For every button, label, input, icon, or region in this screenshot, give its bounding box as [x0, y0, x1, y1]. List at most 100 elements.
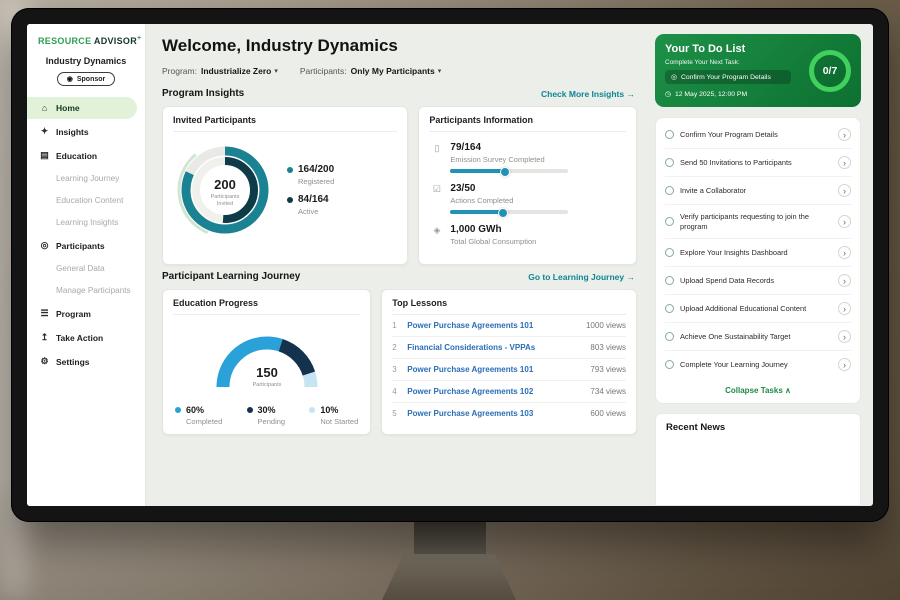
sponsor-icon: ◉ [67, 75, 73, 83]
lesson-rank: 2 [392, 343, 407, 352]
checkbox-icon[interactable] [665, 130, 674, 139]
chevron-up-icon: ∧ [785, 386, 791, 395]
checkbox-icon[interactable] [665, 276, 674, 285]
sidebar-item-label: Take Action [56, 333, 103, 343]
todo-item[interactable]: Upload Additional Educational Content › [665, 295, 851, 323]
sidebar-item-general-data[interactable]: General Data [27, 258, 137, 279]
due-date-label: 12 May 2025, 12:00 PM [675, 91, 747, 98]
todo-item[interactable]: Explore Your Insights Dashboard › [665, 239, 851, 267]
chevron-right-icon[interactable]: › [838, 128, 851, 141]
lesson-rank: 3 [392, 365, 407, 374]
sidebar-item-education[interactable]: ▤ Education [27, 144, 137, 167]
card-title: Participants Information [429, 115, 626, 132]
sidebar-item-participants[interactable]: ◎ Participants [27, 234, 137, 257]
chevron-right-icon[interactable]: › [838, 330, 851, 343]
sidebar-item-take-action[interactable]: ↥ Take Action [27, 326, 137, 349]
todo-item[interactable]: Invite a Collaborator › [665, 177, 851, 205]
not-started-dot-icon [309, 407, 315, 413]
link-label: Check More Insights [541, 89, 624, 99]
legend-registered: 164/200 Registered [287, 164, 334, 186]
sidebar-nav: ⌂ Home ✦ Insights ▤ Education Learning J… [27, 96, 145, 506]
lesson-title-link[interactable]: Financial Considerations - VPPAs [407, 343, 590, 352]
chevron-right-icon[interactable]: › [838, 246, 851, 259]
gauge-center-value: 150 [256, 365, 278, 380]
todo-progress-ring: 0/7 [809, 50, 851, 92]
active-dot-icon [287, 197, 293, 203]
sponsor-badge[interactable]: ◉ Sponsor [57, 72, 116, 86]
checkbox-icon[interactable] [665, 304, 674, 313]
invited-participants-donut-chart: 200 Participants Invited [173, 138, 277, 242]
todo-item[interactable]: Verify participants requesting to join t… [665, 205, 851, 239]
lesson-row: 5 Power Purchase Agreements 103 600 view… [392, 403, 626, 424]
lesson-title-link[interactable]: Power Purchase Agreements 101 [407, 321, 586, 330]
registered-value: 164/200 [298, 164, 334, 175]
next-task-label: Confirm Your Program Details [681, 74, 771, 81]
next-task-chip[interactable]: ◎ Confirm Your Program Details [665, 70, 791, 84]
checkbox-icon[interactable] [665, 360, 674, 369]
take-action-icon: ↥ [39, 332, 50, 343]
active-value: 84/164 [298, 194, 329, 205]
invited-participants-card: Invited Participants 200 Participants I [162, 106, 408, 265]
dashboard-screen: RESOURCE ADVISOR+ Industry Dynamics ◉ Sp… [27, 24, 873, 506]
chevron-right-icon[interactable]: › [838, 215, 851, 228]
lesson-title-link[interactable]: Power Purchase Agreements 102 [407, 387, 590, 396]
sidebar-item-learning-journey[interactable]: Learning Journey [27, 168, 137, 189]
target-icon: ◎ [671, 73, 677, 81]
todo-panel: Your To Do List Complete Your Next Task:… [649, 24, 873, 506]
checkbox-icon[interactable] [665, 248, 674, 257]
due-date: ◷ 12 May 2025, 12:00 PM [665, 90, 851, 98]
todo-item[interactable]: Achieve One Sustainability Target › [665, 323, 851, 351]
collapse-tasks-link[interactable]: Collapse Tasks ∧ [665, 378, 851, 403]
go-to-learning-journey-link[interactable]: Go to Learning Journey → [528, 272, 635, 282]
sidebar-item-home[interactable]: ⌂ Home [27, 97, 137, 119]
main-content: Welcome, Industry Dynamics Program: Indu… [146, 24, 649, 506]
checkbox-icon[interactable] [665, 217, 674, 226]
todo-item[interactable]: Upload Spend Data Records › [665, 267, 851, 295]
chevron-down-icon: ▾ [274, 67, 278, 75]
location-pin-icon: ◈ [431, 224, 442, 246]
stat-label: Emission Survey Completed [450, 155, 568, 164]
lesson-rank: 4 [392, 387, 407, 396]
todo-item[interactable]: Complete Your Learning Journey › [665, 351, 851, 378]
insights-cards-row: Invited Participants 200 Participants I [162, 106, 637, 265]
lesson-title-link[interactable]: Power Purchase Agreements 103 [407, 409, 590, 418]
checkbox-icon[interactable] [665, 158, 674, 167]
lesson-views: 803 views [590, 343, 626, 352]
stat-value: 79/164 [450, 142, 568, 153]
checkbox-icon[interactable] [665, 332, 674, 341]
pending-dot-icon [247, 407, 253, 413]
arrow-right-icon: → [627, 272, 636, 282]
sidebar-item-settings[interactable]: ⚙ Settings [27, 350, 137, 373]
logo-plus: + [137, 35, 141, 42]
chevron-right-icon[interactable]: › [838, 184, 851, 197]
todo-item[interactable]: Send 50 Invitations to Participants › [665, 149, 851, 177]
program-label: Program: [162, 66, 197, 76]
lesson-title-link[interactable]: Power Purchase Agreements 101 [407, 365, 590, 374]
sidebar-item-insights[interactable]: ✦ Insights [27, 120, 137, 143]
sidebar-item-learning-insights[interactable]: Learning Insights [27, 212, 137, 233]
lesson-rank: 1 [392, 321, 407, 330]
todo-item[interactable]: Confirm Your Program Details › [665, 121, 851, 149]
chevron-right-icon[interactable]: › [838, 302, 851, 315]
sidebar-item-education-content[interactable]: Education Content [27, 190, 137, 211]
participants-dropdown[interactable]: Participants: Only My Participants ▾ [300, 66, 441, 76]
sidebar-item-program[interactable]: ☰ Program [27, 302, 137, 325]
sidebar-item-manage-participants[interactable]: Manage Participants [27, 280, 137, 301]
logo-advisor: ADVISOR [94, 36, 137, 46]
lesson-views: 734 views [590, 387, 626, 396]
check-more-insights-link[interactable]: Check More Insights → [541, 89, 635, 99]
monitor-bezel: RESOURCE ADVISOR+ Industry Dynamics ◉ Sp… [11, 8, 889, 522]
emission-survey-progress-bar [450, 169, 568, 173]
checkbox-icon[interactable] [665, 186, 674, 195]
clock-icon: ◷ [665, 90, 671, 98]
chevron-right-icon[interactable]: › [838, 358, 851, 371]
program-value: Industrialize Zero [201, 66, 271, 76]
legend-completed: 60% Completed [175, 405, 222, 426]
chevron-right-icon[interactable]: › [838, 156, 851, 169]
program-icon: ☰ [39, 308, 50, 319]
sidebar-item-label: Learning Insights [56, 218, 118, 227]
donut-legend: 164/200 Registered 84/164 Active [287, 156, 334, 224]
program-dropdown[interactable]: Program: Industrialize Zero ▾ [162, 66, 278, 76]
chevron-right-icon[interactable]: › [838, 274, 851, 287]
filter-bar: Program: Industrialize Zero ▾ Participan… [162, 66, 637, 76]
